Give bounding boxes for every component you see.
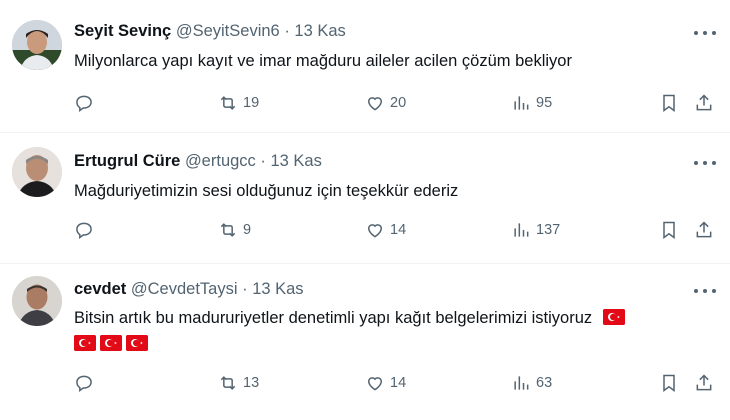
reply-icon (76, 95, 92, 112)
display-name[interactable]: Ertugrul Cüre (74, 152, 180, 170)
views-count: 63 (536, 375, 553, 391)
heart-icon (367, 97, 383, 111)
views-button[interactable]: 63 (511, 371, 552, 395)
heart-icon (367, 377, 383, 391)
heart-icon (367, 224, 383, 238)
bookmark-icon (663, 221, 675, 239)
more-options-icon[interactable] (694, 155, 716, 171)
views-count: 137 (536, 222, 561, 238)
retweet-button[interactable]: 9 (218, 218, 251, 242)
user-handle[interactable]: @ertugcc (185, 152, 256, 170)
tweet[interactable]: Ertugrul Cüre @ertugcc · 13 Kas Mağduriy… (0, 133, 730, 264)
tweet-text: Milyonlarca yapı kayıt ve imar mağduru a… (74, 52, 572, 70)
more-options-icon[interactable] (694, 25, 716, 41)
tweet-actions: 9 14 137 (74, 218, 718, 242)
tweet-text: Mağduriyetimizin sesi olduğunuz için teş… (74, 182, 459, 200)
tweet[interactable]: Seyit Sevinç @SeyitSevin6 · 13 Kas Milyo… (0, 0, 730, 133)
display-name[interactable]: cevdet (74, 280, 126, 298)
share-button[interactable] (694, 91, 714, 115)
tweet-text-content: Bitsin artık bu madururiyetler denetimli… (74, 309, 593, 327)
turkey-flag-icon (126, 335, 148, 351)
reply-button[interactable] (74, 218, 94, 242)
turkey-flag-icon (74, 335, 96, 351)
tweet-actions: 19 20 95 (74, 91, 718, 115)
bookmark-button[interactable] (659, 91, 679, 115)
tweet-header: Ertugrul Cüre @ertugcc · 13 Kas (74, 152, 322, 171)
tweet-date[interactable]: 13 Kas (252, 280, 303, 298)
bookmark-button[interactable] (659, 371, 679, 395)
separator-dot: · (242, 280, 248, 298)
retweet-icon (220, 376, 236, 390)
flag-emoji-row (74, 335, 148, 351)
tweet[interactable]: cevdet @CevdetTaysi · 13 Kas Bitsin artı… (0, 264, 730, 420)
like-button[interactable]: 14 (365, 371, 406, 395)
retweet-button[interactable]: 13 (218, 371, 259, 395)
avatar[interactable] (12, 276, 62, 326)
reply-button[interactable] (74, 91, 94, 115)
views-chart-icon (514, 96, 529, 110)
tweet-header: Seyit Sevinç @SeyitSevin6 · 13 Kas (74, 22, 346, 41)
tweet-header: cevdet @CevdetTaysi · 13 Kas (74, 280, 304, 299)
display-name[interactable]: Seyit Sevinç (74, 22, 171, 40)
retweet-icon (220, 96, 236, 110)
like-count: 14 (390, 222, 407, 238)
retweet-icon (220, 223, 236, 237)
share-icon (696, 374, 712, 391)
like-button[interactable]: 14 (365, 218, 406, 242)
retweet-count: 9 (243, 222, 252, 238)
share-icon (696, 221, 712, 238)
bookmark-button[interactable] (659, 218, 679, 242)
avatar[interactable] (12, 20, 62, 70)
user-handle[interactable]: @SeyitSevin6 (176, 22, 280, 40)
views-button[interactable]: 137 (511, 218, 560, 242)
user-handle[interactable]: @CevdetTaysi (131, 280, 238, 298)
retweet-count: 19 (243, 95, 260, 111)
separator-dot: · (284, 22, 290, 40)
share-icon (696, 94, 712, 111)
bookmark-icon (663, 374, 675, 392)
views-button[interactable]: 95 (511, 91, 552, 115)
views-chart-icon (514, 376, 529, 390)
turkey-flag-icon (602, 309, 625, 325)
reply-icon (76, 375, 92, 392)
reply-button[interactable] (74, 371, 94, 395)
like-count: 20 (390, 95, 407, 111)
tweet-date[interactable]: 13 Kas (270, 152, 321, 170)
share-button[interactable] (694, 371, 714, 395)
tweet-actions: 13 14 63 (74, 371, 718, 395)
separator-dot: · (260, 152, 266, 170)
more-options-icon[interactable] (694, 283, 716, 299)
views-count: 95 (536, 95, 553, 111)
share-button[interactable] (694, 218, 714, 242)
tweet-date[interactable]: 13 Kas (294, 22, 345, 40)
tweet-text: Bitsin artık bu madururiyetler denetimli… (74, 306, 625, 330)
like-button[interactable]: 20 (365, 91, 406, 115)
retweet-button[interactable]: 19 (218, 91, 259, 115)
retweet-count: 13 (243, 375, 260, 391)
avatar[interactable] (12, 147, 62, 197)
bookmark-icon (663, 94, 675, 112)
turkey-flag-icon (100, 335, 122, 351)
like-count: 14 (390, 375, 407, 391)
reply-icon (76, 222, 92, 239)
views-chart-icon (514, 223, 529, 237)
